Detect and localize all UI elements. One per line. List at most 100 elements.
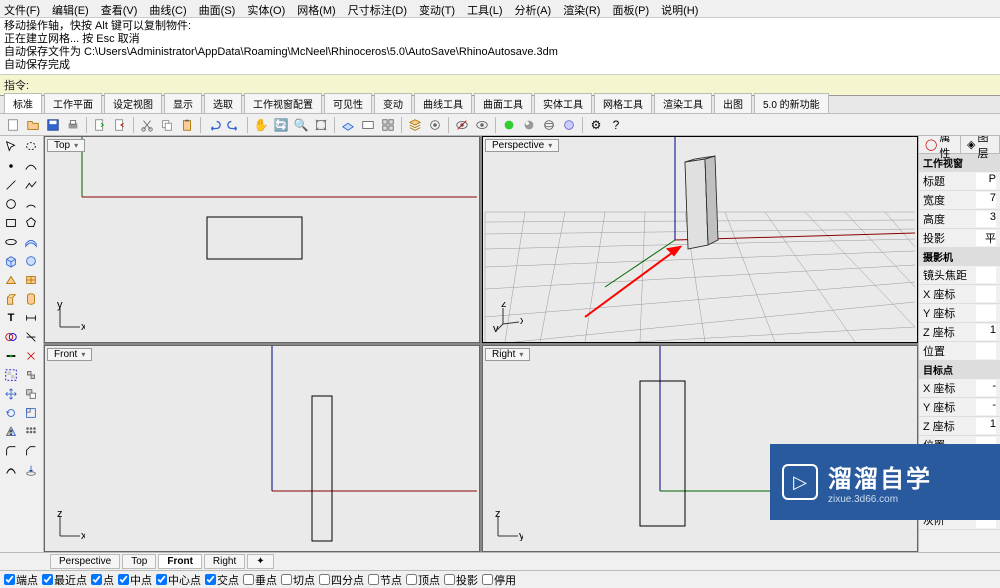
osnap-check[interactable] <box>319 574 330 585</box>
vtab-right[interactable]: Right <box>204 554 245 569</box>
join-icon[interactable] <box>2 347 20 365</box>
prop-row[interactable]: Z 座标1 <box>919 417 1000 436</box>
prop-value[interactable]: - <box>976 380 996 396</box>
ungroup-icon[interactable] <box>22 366 40 384</box>
osnap-check[interactable] <box>205 574 216 585</box>
viewport-top[interactable]: Top xy <box>44 136 480 343</box>
tab-rendertools[interactable]: 渲染工具 <box>654 93 712 113</box>
project-icon[interactable] <box>22 461 40 479</box>
show-icon[interactable] <box>473 116 491 134</box>
osnap-check[interactable] <box>91 574 102 585</box>
prop-row[interactable]: Y 座标 <box>919 304 1000 323</box>
select-icon[interactable] <box>2 138 20 156</box>
osnap-check[interactable] <box>281 574 292 585</box>
osnap-8[interactable]: 四分点 <box>319 572 364 588</box>
osnap-7[interactable]: 切点 <box>281 572 315 588</box>
menu-render[interactable]: 渲染(R) <box>563 2 600 15</box>
vtab-front[interactable]: Front <box>158 554 202 569</box>
tab-curvetools[interactable]: 曲线工具 <box>414 93 472 113</box>
circle-icon[interactable] <box>2 195 20 213</box>
help-icon[interactable]: ? <box>607 116 625 134</box>
paste-icon[interactable] <box>178 116 196 134</box>
meshbox-icon[interactable] <box>22 271 40 289</box>
osnap-0[interactable]: 端点 <box>4 572 38 588</box>
prop-value[interactable] <box>976 343 996 359</box>
viewport-front[interactable]: Front xz <box>44 345 480 552</box>
chamfer-icon[interactable] <box>22 442 40 460</box>
prop-value[interactable]: 1 <box>976 418 996 434</box>
prop-value[interactable]: 1 <box>976 324 996 340</box>
namedview-icon[interactable] <box>359 116 377 134</box>
tab-solidtools[interactable]: 实体工具 <box>534 93 592 113</box>
move-icon[interactable] <box>2 385 20 403</box>
menu-curve[interactable]: 曲线(C) <box>149 2 186 15</box>
menu-mesh[interactable]: 网格(M) <box>297 2 336 15</box>
polygon-icon[interactable] <box>22 214 40 232</box>
menu-file[interactable]: 文件(F) <box>4 2 40 15</box>
menu-view[interactable]: 查看(V) <box>101 2 138 15</box>
tab-visibility[interactable]: 可见性 <box>324 93 372 113</box>
extrude-icon[interactable] <box>2 290 20 308</box>
boolean-icon[interactable] <box>2 328 20 346</box>
offset-icon[interactable] <box>2 461 20 479</box>
tab-layout[interactable]: 工作视窗配置 <box>244 93 322 113</box>
pan-icon[interactable]: ✋ <box>252 116 270 134</box>
menu-edit[interactable]: 编辑(E) <box>52 2 89 15</box>
viewport-right-label[interactable]: Right <box>485 348 530 361</box>
tab-standard[interactable]: 标准 <box>4 93 42 113</box>
setview-icon[interactable] <box>379 116 397 134</box>
osnap-10[interactable]: 顶点 <box>406 572 440 588</box>
scale-icon[interactable] <box>22 404 40 422</box>
prop-value[interactable]: 7 <box>976 192 996 208</box>
viewport-top-label[interactable]: Top <box>47 139 85 152</box>
tab-select[interactable]: 选取 <box>204 93 242 113</box>
osnap-check[interactable] <box>368 574 379 585</box>
ghosted-icon[interactable] <box>560 116 578 134</box>
prop-value[interactable] <box>976 305 996 321</box>
prop-row[interactable]: X 座标 <box>919 285 1000 304</box>
tab-display[interactable]: 显示 <box>164 93 202 113</box>
lasso-icon[interactable] <box>22 138 40 156</box>
render-icon[interactable] <box>500 116 518 134</box>
curve-icon[interactable] <box>22 157 40 175</box>
prop-value[interactable] <box>976 286 996 302</box>
prop-row[interactable]: Z 座标1 <box>919 323 1000 342</box>
osnap-9[interactable]: 节点 <box>368 572 402 588</box>
osnap-6[interactable]: 垂点 <box>243 572 277 588</box>
prop-row[interactable]: 镜头焦距 <box>919 266 1000 285</box>
wireframe-icon[interactable] <box>540 116 558 134</box>
osnap-check[interactable] <box>4 574 15 585</box>
line-icon[interactable] <box>2 176 20 194</box>
cplane-icon[interactable] <box>339 116 357 134</box>
shade-icon[interactable] <box>520 116 538 134</box>
osnap-3[interactable]: 中点 <box>118 572 152 588</box>
osnap-check[interactable] <box>118 574 129 585</box>
prop-row[interactable]: 高度3 <box>919 210 1000 229</box>
revolve-icon[interactable] <box>22 290 40 308</box>
dim-icon[interactable] <box>22 309 40 327</box>
menu-surface[interactable]: 曲面(S) <box>199 2 236 15</box>
prop-row[interactable]: X 座标- <box>919 379 1000 398</box>
prop-row[interactable]: Y 座标- <box>919 398 1000 417</box>
copy2-icon[interactable] <box>22 385 40 403</box>
viewport-perspective-label[interactable]: Perspective <box>485 139 559 152</box>
mesh-icon[interactable] <box>2 271 20 289</box>
prop-row[interactable]: 标题P <box>919 172 1000 191</box>
prop-row[interactable]: 位置 <box>919 342 1000 361</box>
vtab-add[interactable]: ✦ <box>247 554 273 569</box>
zoomextents-icon[interactable] <box>312 116 330 134</box>
tab-drafting[interactable]: 出图 <box>714 93 752 113</box>
menu-help[interactable]: 说明(H) <box>661 2 698 15</box>
tab-transform[interactable]: 变动 <box>374 93 412 113</box>
osnap-check[interactable] <box>156 574 167 585</box>
hide-icon[interactable] <box>453 116 471 134</box>
prop-tab-layers[interactable]: ◈图层 <box>961 136 1000 153</box>
osnap-11[interactable]: 投影 <box>444 572 478 588</box>
menu-dimension[interactable]: 尺寸标注(D) <box>348 2 407 15</box>
prop-value[interactable]: - <box>976 399 996 415</box>
osnap-2[interactable]: 点 <box>91 572 114 588</box>
prop-value[interactable]: 平 <box>976 230 996 246</box>
rect-icon[interactable] <box>2 214 20 232</box>
ellipse-icon[interactable] <box>2 233 20 251</box>
options-icon[interactable]: ⚙ <box>587 116 605 134</box>
